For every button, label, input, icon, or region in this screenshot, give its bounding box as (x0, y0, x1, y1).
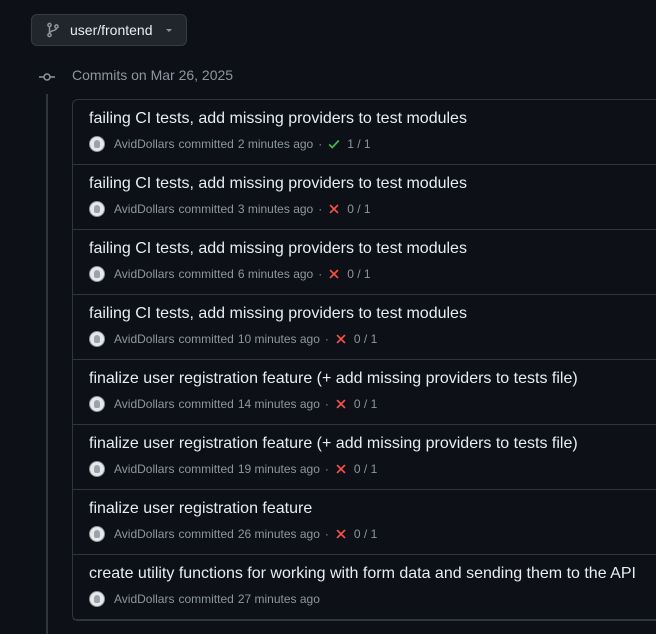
commit-time: 27 minutes ago (237, 592, 320, 606)
commit-author-link[interactable]: AvidDollars (114, 267, 174, 281)
git-commit-icon (38, 68, 56, 86)
branch-name: user/frontend (70, 22, 153, 38)
commit-time: 2 minutes ago (237, 137, 314, 151)
checks-count[interactable]: 0 / 1 (347, 202, 370, 216)
commit-title-link[interactable]: finalize user registration feature (89, 499, 656, 519)
commit-time: 26 minutes ago (237, 527, 320, 541)
checks-count[interactable]: 0 / 1 (354, 332, 377, 346)
commit-meta: AvidDollars committed 6 minutes ago · 0 … (89, 265, 656, 283)
commit-verb: committed (178, 397, 234, 411)
commit-title-link[interactable]: failing CI tests, add missing providers … (89, 304, 656, 324)
commit-verb: committed (178, 592, 234, 606)
commit-row: failing CI tests, add missing providers … (73, 230, 656, 295)
commit-title-link[interactable]: failing CI tests, add missing providers … (89, 239, 656, 259)
timeline-line (46, 94, 48, 634)
separator-dot: · (318, 267, 323, 281)
commit-title-link[interactable]: create utility functions for working wit… (89, 564, 656, 584)
commit-verb: committed (178, 202, 234, 216)
x-icon[interactable] (334, 527, 348, 541)
git-branch-icon (45, 22, 61, 38)
commit-author-link[interactable]: AvidDollars (114, 527, 174, 541)
commit-row: finalize user registration feature AvidD… (73, 490, 656, 555)
commit-group-title: Commits on Mar 26, 2025 (72, 67, 234, 83)
checks-count[interactable]: 0 / 1 (354, 527, 377, 541)
commit-verb: committed (178, 267, 234, 281)
commit-title-link[interactable]: failing CI tests, add missing providers … (89, 174, 656, 194)
separator-dot: · (324, 462, 329, 476)
caret-down-icon (163, 24, 175, 36)
commit-row: finalize user registration feature (+ ad… (73, 425, 656, 490)
avatar[interactable] (89, 331, 105, 347)
commit-verb: committed (178, 332, 234, 346)
commit-row: failing CI tests, add missing providers … (73, 295, 656, 360)
checks-count[interactable]: 0 / 1 (354, 397, 377, 411)
commit-time: 14 minutes ago (237, 397, 320, 411)
x-icon[interactable] (327, 267, 341, 281)
commit-meta: AvidDollars committed 26 minutes ago · 0… (89, 525, 656, 543)
separator-dot: · (318, 202, 323, 216)
commit-title-link[interactable]: failing CI tests, add missing providers … (89, 109, 656, 129)
commit-list: failing CI tests, add missing providers … (72, 99, 656, 621)
commit-meta: AvidDollars committed 2 minutes ago · 1 … (89, 135, 656, 153)
commit-meta: AvidDollars committed 3 minutes ago · 0 … (89, 200, 656, 218)
x-icon[interactable] (327, 202, 341, 216)
commit-title-link[interactable]: finalize user registration feature (+ ad… (89, 369, 656, 389)
separator-dot: · (324, 332, 329, 346)
commit-title-link[interactable]: finalize user registration feature (+ ad… (89, 434, 656, 454)
x-icon[interactable] (334, 397, 348, 411)
avatar[interactable] (89, 461, 105, 477)
commit-row: failing CI tests, add missing providers … (73, 100, 656, 165)
commit-author-link[interactable]: AvidDollars (114, 592, 174, 606)
commit-time: 3 minutes ago (237, 202, 314, 216)
avatar[interactable] (89, 201, 105, 217)
commit-time: 19 minutes ago (237, 462, 320, 476)
commit-author-link[interactable]: AvidDollars (114, 332, 174, 346)
separator-dot: · (324, 527, 329, 541)
x-icon[interactable] (334, 462, 348, 476)
commit-time: 6 minutes ago (237, 267, 314, 281)
separator-dot: · (318, 137, 323, 151)
check-icon[interactable] (327, 137, 341, 151)
avatar[interactable] (89, 136, 105, 152)
commit-verb: committed (178, 137, 234, 151)
commit-verb: committed (178, 527, 234, 541)
commit-row: failing CI tests, add missing providers … (73, 165, 656, 230)
commit-author-link[interactable]: AvidDollars (114, 462, 174, 476)
branch-select-button[interactable]: user/frontend (31, 14, 187, 46)
commit-author-link[interactable]: AvidDollars (114, 397, 174, 411)
commit-meta: AvidDollars committed 27 minutes ago (89, 590, 656, 608)
avatar[interactable] (89, 591, 105, 607)
checks-count[interactable]: 0 / 1 (347, 267, 370, 281)
commit-meta: AvidDollars committed 14 minutes ago · 0… (89, 395, 656, 413)
avatar[interactable] (89, 526, 105, 542)
commit-author-link[interactable]: AvidDollars (114, 202, 174, 216)
commit-meta: AvidDollars committed 19 minutes ago · 0… (89, 460, 656, 478)
x-icon[interactable] (334, 332, 348, 346)
checks-count[interactable]: 1 / 1 (347, 137, 370, 151)
avatar[interactable] (89, 396, 105, 412)
commit-verb: committed (178, 462, 234, 476)
commit-row: finalize user registration feature (+ ad… (73, 360, 656, 425)
commit-time: 10 minutes ago (237, 332, 320, 346)
commit-meta: AvidDollars committed 10 minutes ago · 0… (89, 330, 656, 348)
commit-row: create utility functions for working wit… (73, 555, 656, 620)
commit-author-link[interactable]: AvidDollars (114, 137, 174, 151)
avatar[interactable] (89, 266, 105, 282)
checks-count[interactable]: 0 / 1 (354, 462, 377, 476)
separator-dot: · (324, 397, 329, 411)
